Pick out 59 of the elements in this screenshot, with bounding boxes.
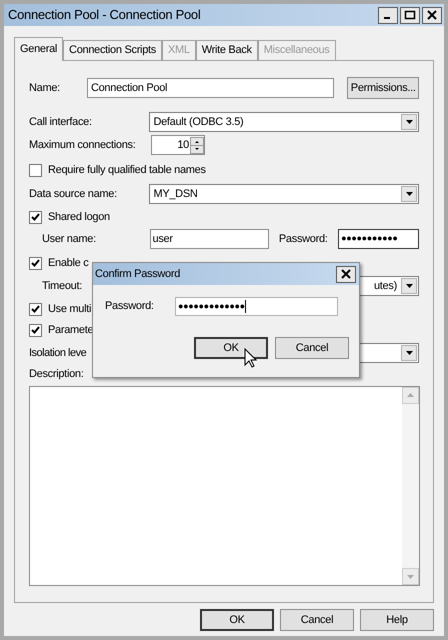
field-label: Description: bbox=[29, 367, 84, 382]
field-label: Timeout: bbox=[42, 278, 82, 294]
field-label: Name: bbox=[29, 80, 61, 96]
confirm-password-field[interactable]: ●●●●●●●●●●●●● bbox=[175, 297, 338, 316]
checkbox-label: Require fully qualified table names bbox=[48, 162, 206, 178]
spin-field[interactable]: 10 bbox=[151, 135, 205, 155]
dropdown-arrow-icon bbox=[406, 284, 412, 288]
field-label: Password: bbox=[105, 299, 155, 314]
dialog-button[interactable]: Cancel bbox=[280, 609, 354, 631]
mouse-cursor-icon bbox=[244, 348, 257, 368]
window-title: Connection Pool - Connection Pool bbox=[8, 6, 200, 24]
scroll-up-icon[interactable] bbox=[402, 386, 419, 404]
checkbox-label: Use multi bbox=[48, 302, 92, 317]
checkbox-label: Enable c bbox=[48, 256, 88, 271]
dropdown-button[interactable] bbox=[401, 114, 417, 130]
field-label: Call interface: bbox=[29, 114, 93, 130]
dialog-button[interactable]: OK bbox=[200, 609, 274, 631]
checkbox[interactable] bbox=[29, 164, 42, 176]
user-name-field[interactable]: user bbox=[150, 229, 269, 249]
name-field[interactable]: Connection Pool bbox=[86, 78, 334, 98]
checkmark-icon bbox=[31, 259, 40, 267]
field-label: Maximum connections: bbox=[29, 138, 136, 153]
checkmark-icon bbox=[31, 305, 40, 313]
scrollbar[interactable] bbox=[402, 386, 419, 584]
dialog-title: Confirm Password bbox=[95, 266, 180, 282]
password-field[interactable]: ●●●●●●●●●●● bbox=[338, 229, 419, 249]
dropdown-arrow-icon bbox=[406, 192, 412, 196]
close-icon[interactable] bbox=[336, 266, 356, 282]
field-label: Password: bbox=[278, 232, 329, 247]
dropdown-button[interactable] bbox=[401, 278, 417, 294]
checkbox[interactable] bbox=[29, 324, 42, 336]
field-label: User name: bbox=[42, 232, 97, 247]
dropdown-arrow-icon bbox=[406, 120, 412, 124]
dialog-button[interactable]: Help bbox=[360, 609, 434, 631]
checkbox[interactable] bbox=[29, 302, 42, 316]
tab[interactable]: Write Back bbox=[196, 40, 258, 60]
dialog-button[interactable]: Cancel bbox=[275, 337, 349, 359]
checkmark-icon bbox=[31, 213, 40, 221]
checkbox-label: Paramete bbox=[48, 322, 94, 338]
checkmark-icon bbox=[31, 326, 40, 334]
description-field[interactable] bbox=[29, 386, 420, 586]
dropdown-field[interactable]: Default (ODBC 3.5) bbox=[149, 112, 419, 132]
maximize-icon[interactable] bbox=[400, 6, 420, 24]
close-icon[interactable] bbox=[422, 6, 442, 24]
dropdown-button[interactable] bbox=[401, 345, 417, 361]
dropdown-field[interactable]: MY_DSN bbox=[149, 184, 419, 204]
checkbox[interactable] bbox=[29, 256, 42, 270]
tab[interactable]: General bbox=[14, 37, 64, 61]
dialog-button[interactable]: OK bbox=[194, 337, 268, 359]
field-label: Data source name: bbox=[29, 186, 118, 202]
dropdown-button[interactable] bbox=[401, 186, 417, 202]
checkbox-label: Shared logon bbox=[48, 210, 110, 225]
dropdown-arrow-icon bbox=[406, 351, 412, 355]
field-label: Isolation leve bbox=[29, 346, 88, 361]
permissions-button[interactable]: Permissions... bbox=[347, 77, 420, 99]
minimize-icon[interactable] bbox=[378, 6, 398, 24]
tab[interactable]: Connection Scripts bbox=[63, 40, 162, 60]
checkbox[interactable] bbox=[29, 210, 42, 224]
spinner-arrows-icon[interactable] bbox=[190, 136, 204, 154]
